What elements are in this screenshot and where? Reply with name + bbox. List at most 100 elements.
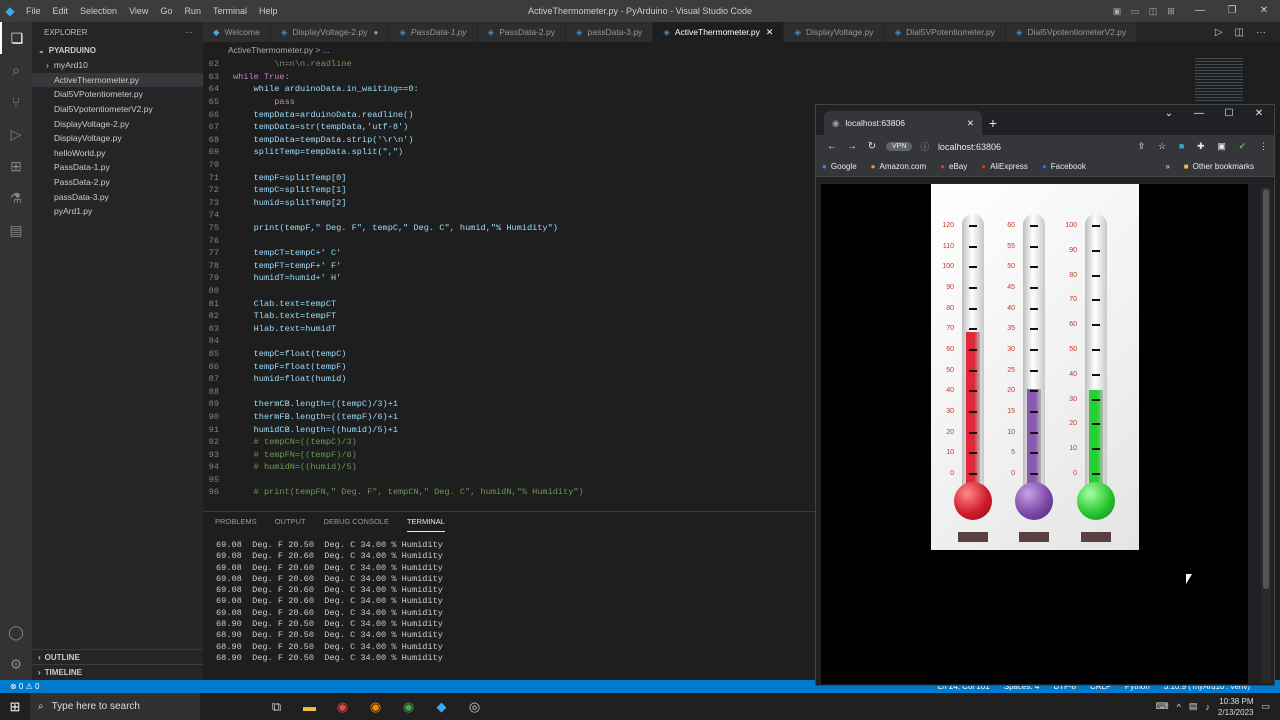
account-icon[interactable]: ◯ (0, 616, 32, 648)
search-icon[interactable]: ⌕ (0, 54, 32, 86)
scrollbar-thumb[interactable] (1263, 189, 1269, 589)
side-panel-icon[interactable]: ▣ (1217, 141, 1226, 151)
reload-icon[interactable]: ↻ (862, 141, 882, 152)
bookmark-google[interactable]: ● Google (822, 162, 857, 171)
panel-tab-output[interactable]: OUTPUT (275, 512, 306, 532)
share-icon[interactable]: ⇪ (1138, 141, 1146, 151)
editor-tab[interactable]: ◈ ActiveThermometer.py ✕ (653, 22, 785, 42)
toggle-sidebar-icon[interactable]: ▣ (1108, 0, 1126, 22)
file-item[interactable]: PassData-1.py (32, 160, 203, 175)
minimap[interactable] (1195, 58, 1243, 103)
browser-scrollbar[interactable] (1261, 187, 1271, 683)
terminal-output[interactable]: 69.08 Deg. F 20.50 Deg. C 34.00 % Humidi… (203, 532, 815, 664)
address-bar[interactable]: ⓘ localhost:63806 (916, 140, 1127, 153)
editor-tab[interactable]: ◆ Welcome (203, 22, 271, 42)
volume-icon[interactable]: ♪ (1205, 702, 1210, 712)
close-tab-icon[interactable]: ✕ (967, 118, 974, 129)
windows-start-icon[interactable]: ⊞ (0, 699, 30, 715)
tray-chevron-icon[interactable]: ^ (1177, 702, 1181, 712)
menu-item-view[interactable]: View (123, 6, 154, 16)
bookmark-facebook[interactable]: ● Facebook (1042, 162, 1086, 171)
menu-item-edit[interactable]: Edit (47, 6, 75, 16)
editor-tab[interactable]: ◈ PassData-2.py (477, 22, 566, 42)
file-item[interactable]: ActiveThermometer.py (32, 72, 203, 88)
close-tab-icon[interactable]: ✕ (766, 27, 774, 38)
problems-status[interactable]: ⊗ 0 ⚠ 0 (10, 682, 39, 691)
bookmark-amazon[interactable]: ● Amazon.com (871, 162, 927, 171)
more-actions-icon[interactable]: ··· (1256, 27, 1266, 38)
extensions-icon[interactable]: ⊞ (0, 150, 32, 182)
editor-tab[interactable]: ◈ Dial5VPotentiometer.py (884, 22, 1006, 42)
chrome-icon[interactable]: ◉ (392, 699, 425, 715)
network-icon[interactable]: ▤ (1189, 701, 1198, 712)
timeline-section[interactable]: › TIMELINE (32, 664, 203, 679)
bookmark-ebay[interactable]: ● eBay (940, 162, 967, 171)
extensions-puzzle-icon[interactable]: ✚ (1197, 141, 1205, 151)
editor-tab[interactable]: ◈ passData-3.py (565, 22, 654, 42)
other-bookmarks[interactable]: ■ Other bookmarks (1184, 162, 1254, 171)
file-item[interactable]: DisplayVoltage-2.py (32, 116, 203, 131)
panel-tab-terminal[interactable]: TERMINAL (406, 512, 445, 532)
obs-icon[interactable]: ◎ (458, 699, 491, 715)
file-item[interactable]: Dial5VpotentiometerV2.py (32, 102, 203, 117)
clock[interactable]: 10:38 PM 2/13/2023 (1218, 696, 1254, 718)
panel-tab-problems[interactable]: PROBLEMS (215, 512, 257, 532)
browser-minimize-button[interactable]: — (1184, 105, 1214, 123)
task-view-icon[interactable]: ⧉ (260, 699, 293, 715)
explorer-icon[interactable]: ❏ (0, 22, 32, 54)
menu-item-go[interactable]: Go (154, 6, 178, 16)
testing-icon[interactable]: ⚗ (0, 182, 32, 214)
run-debug-icon[interactable]: ▷ (0, 118, 32, 150)
file-item[interactable]: Dial5VPotentiometer.py (32, 87, 203, 102)
file-item[interactable]: pyArd1.py (32, 204, 203, 219)
menu-item-help[interactable]: Help (253, 6, 284, 16)
panel-tab-debug-console[interactable]: DEBUG CONSOLE (324, 512, 389, 532)
site-info-icon[interactable]: ⓘ (920, 142, 929, 152)
editor-tab[interactable]: ◈ DisplayVoltage-2.py ● (270, 22, 390, 42)
editor-tab[interactable]: ◈ PassData-1.py (389, 22, 478, 42)
extension-check-icon[interactable]: ✔ (1239, 141, 1247, 151)
toggle-secondary-sidebar-icon[interactable]: ◫ (1144, 0, 1162, 22)
settings-gear-icon[interactable]: ⚙ (0, 648, 32, 680)
run-python-icon[interactable]: ▷ (1215, 27, 1223, 38)
split-editor-icon[interactable]: ◫ (1235, 27, 1244, 38)
folder-item[interactable]: › myArd10 (32, 58, 203, 73)
vscode-taskbar-icon[interactable]: ◆ (425, 699, 458, 715)
menu-item-file[interactable]: File (20, 6, 47, 16)
workspace-folder[interactable]: ⌄ PYARDUINO (32, 42, 203, 58)
file-item[interactable]: passData-3.py (32, 189, 203, 204)
extension-green-icon[interactable]: ■ (1179, 141, 1184, 151)
taskbar-search[interactable]: ⌕ Type here to search (30, 693, 200, 720)
remote-icon[interactable]: ▤ (0, 214, 32, 246)
file-item[interactable]: PassData-2.py (32, 175, 203, 190)
back-icon[interactable]: ← (822, 141, 842, 152)
forward-icon[interactable]: → (842, 141, 862, 152)
tab-search-icon[interactable]: ⌄ (1154, 105, 1184, 123)
toggle-panel-icon[interactable]: ▭ (1126, 0, 1144, 22)
firefox-icon[interactable]: ◉ (359, 699, 392, 715)
bookmark-star-icon[interactable]: ☆ (1158, 141, 1166, 151)
breadcrumb[interactable]: ActiveThermometer.py > ... (203, 42, 803, 58)
notifications-icon[interactable]: ▭ (1261, 701, 1270, 712)
keyboard-icon[interactable]: ⌨ (1156, 701, 1169, 712)
outline-section[interactable]: › OUTLINE (32, 649, 203, 664)
more-actions-icon[interactable]: ··· (185, 28, 193, 37)
editor-tab[interactable]: ◈ Dial5VpotentiometerV2.py (1005, 22, 1138, 42)
close-button[interactable]: ✕ (1248, 0, 1280, 22)
menu-item-run[interactable]: Run (178, 6, 207, 16)
more-bookmarks-icon[interactable]: » (1165, 162, 1169, 171)
browser-tab[interactable]: ◉ localhost:63806 ✕ (824, 111, 982, 135)
browser-menu-icon[interactable]: ⋮ (1259, 141, 1268, 151)
code-editor[interactable]: 62 \n=n\n.readline 63 while True: 64 while … (203, 58, 815, 510)
file-item[interactable]: helloWorld.py (32, 146, 203, 161)
menu-item-selection[interactable]: Selection (74, 6, 123, 16)
browser-close-button[interactable]: ✕ (1244, 105, 1274, 123)
customize-layout-icon[interactable]: ⊞ (1162, 0, 1180, 22)
new-tab-button[interactable]: + (982, 111, 1004, 135)
file-item[interactable]: DisplayVoltage.py (32, 131, 203, 146)
menu-item-terminal[interactable]: Terminal (207, 6, 253, 16)
minimize-button[interactable]: — (1184, 0, 1216, 22)
vpn-badge[interactable]: VPN (886, 141, 913, 151)
browser-maximize-button[interactable]: ☐ (1214, 105, 1244, 123)
bookmark-aliexpress[interactable]: ● AliExpress (981, 162, 1028, 171)
